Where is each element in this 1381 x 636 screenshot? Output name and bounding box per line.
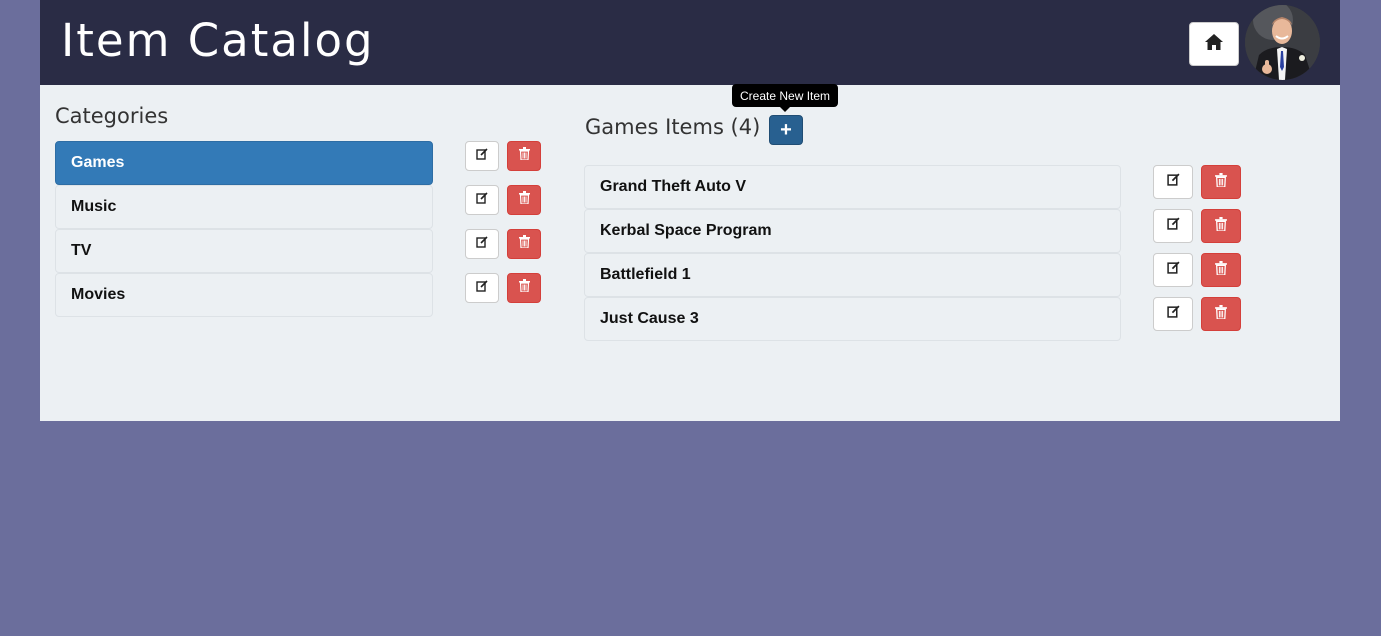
category-item-tv[interactable]: TV [55, 229, 433, 273]
trash-icon [518, 147, 530, 165]
trash-icon [1215, 304, 1227, 324]
delete-category-button[interactable] [507, 273, 541, 303]
edit-icon [476, 279, 488, 297]
item-label: Battlefield 1 [600, 266, 691, 283]
item-just-cause-3[interactable]: Just Cause 3 [584, 297, 1121, 341]
edit-icon [476, 235, 488, 253]
delete-item-button[interactable] [1201, 165, 1241, 199]
trash-icon [518, 191, 530, 209]
home-icon [1204, 33, 1224, 56]
edit-icon [1166, 305, 1180, 323]
category-item-movies[interactable]: Movies [55, 273, 433, 317]
edit-item-button[interactable] [1153, 165, 1193, 199]
edit-category-button[interactable] [465, 273, 499, 303]
home-button[interactable] [1189, 22, 1239, 66]
edit-category-button[interactable] [465, 229, 499, 259]
item-label: Kerbal Space Program [600, 222, 772, 239]
create-item-tooltip: Create New Item [732, 84, 839, 107]
category-label: Games [71, 154, 125, 171]
edit-category-button[interactable] [465, 141, 499, 171]
header-bar: Item Catalog [40, 0, 1340, 85]
app-panel: Item Catalog Categories Games Music TV M… [40, 0, 1340, 421]
edit-icon [476, 191, 488, 209]
category-item-games[interactable]: Games [55, 141, 433, 185]
edit-item-button[interactable] [1153, 209, 1193, 243]
edit-icon [1166, 217, 1180, 235]
tooltip-arrow [780, 107, 790, 112]
delete-item-button[interactable] [1201, 297, 1241, 331]
edit-category-button[interactable] [465, 185, 499, 215]
category-label: TV [71, 242, 92, 259]
trash-icon [1215, 260, 1227, 280]
app-title: Item Catalog [61, 14, 375, 67]
edit-icon [1166, 173, 1180, 191]
delete-category-button[interactable] [507, 141, 541, 171]
item-grand-theft-auto-v[interactable]: Grand Theft Auto V [584, 165, 1121, 209]
trash-icon [518, 235, 530, 253]
trash-icon [1215, 216, 1227, 236]
category-label: Movies [71, 286, 126, 303]
item-battlefield-1[interactable]: Battlefield 1 [584, 253, 1121, 297]
item-kerbal-space-program[interactable]: Kerbal Space Program [584, 209, 1121, 253]
item-label: Just Cause 3 [600, 310, 699, 327]
edit-icon [1166, 261, 1180, 279]
delete-category-button[interactable] [507, 229, 541, 259]
edit-icon [476, 147, 488, 165]
category-label: Music [71, 198, 117, 215]
delete-item-button[interactable] [1201, 253, 1241, 287]
delete-item-button[interactable] [1201, 209, 1241, 243]
category-item-music[interactable]: Music [55, 185, 433, 229]
categories-title: Categories [55, 104, 169, 128]
item-label: Grand Theft Auto V [600, 178, 747, 195]
edit-item-button[interactable] [1153, 253, 1193, 287]
items-title: Games Items (4) [585, 115, 761, 139]
edit-item-button[interactable] [1153, 297, 1193, 331]
delete-category-button[interactable] [507, 185, 541, 215]
user-avatar[interactable] [1245, 5, 1320, 80]
create-item-button[interactable]: + [769, 115, 803, 145]
trash-icon [518, 279, 530, 297]
trash-icon [1215, 172, 1227, 192]
